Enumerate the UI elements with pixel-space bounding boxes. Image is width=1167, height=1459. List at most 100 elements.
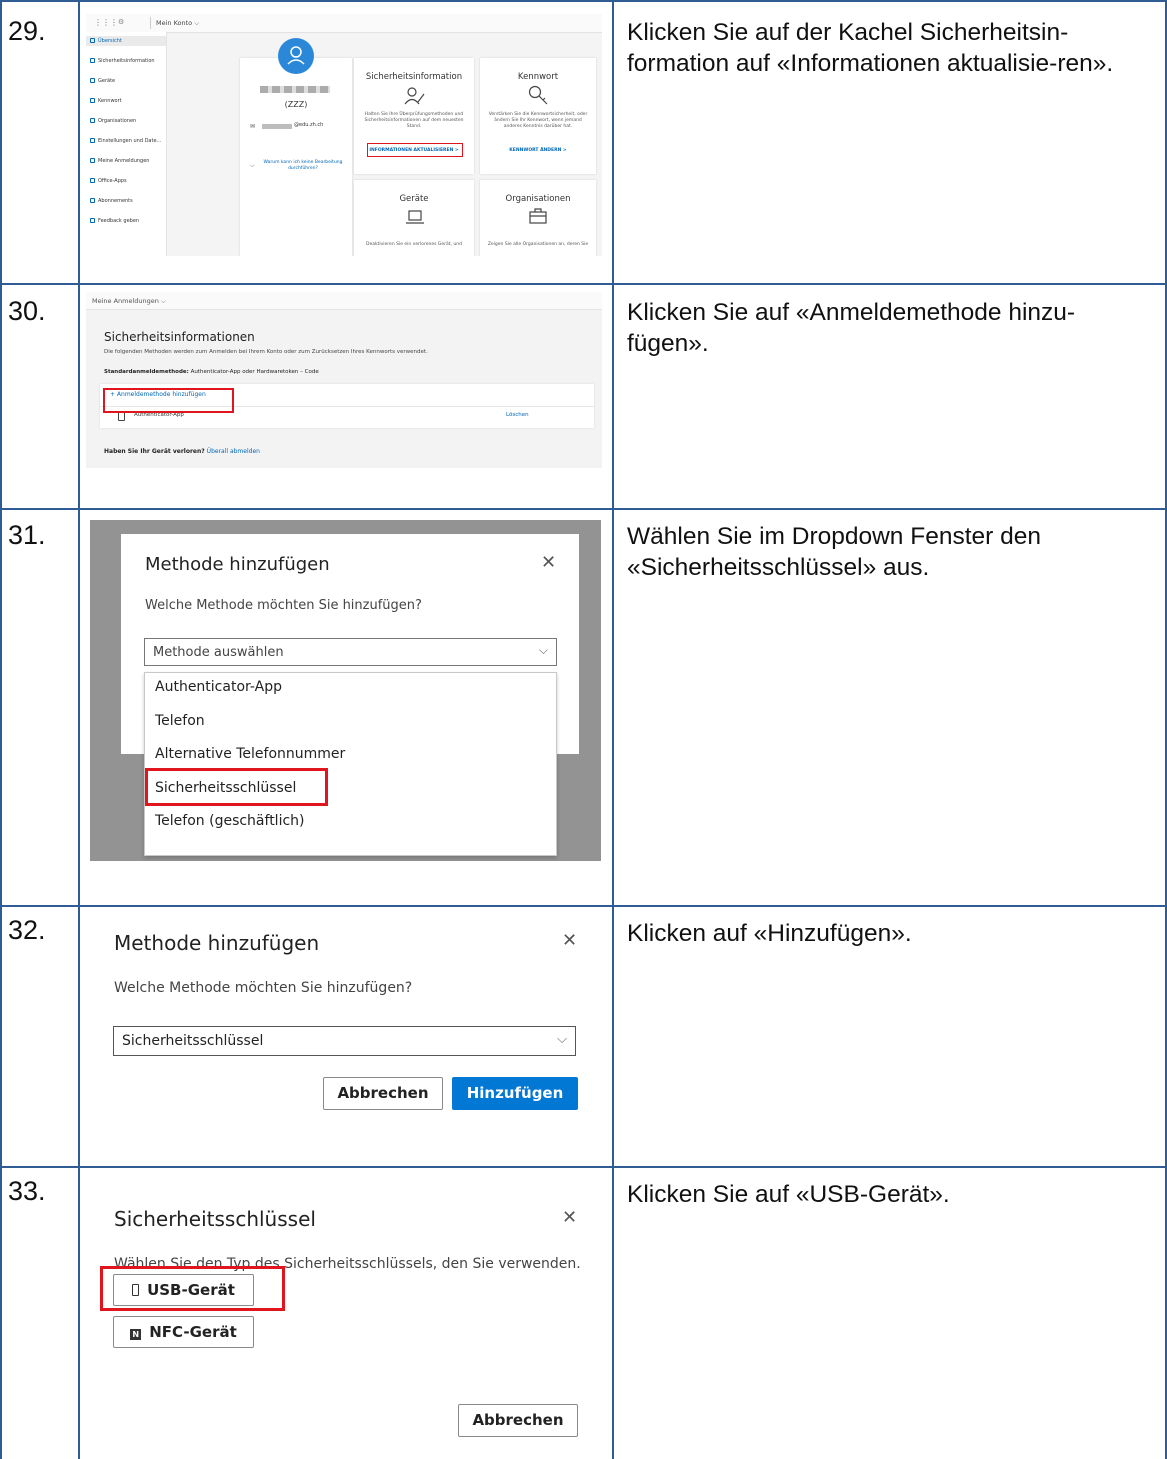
nav-item-security-info[interactable]: Sicherheitsinformation — [90, 56, 155, 66]
dialog-title: Methode hinzufügen — [145, 554, 330, 575]
table-border-col2 — [612, 0, 614, 1459]
top-bar: ⋮⋮⋮ ⚙ Mein Konto ⌵ — [86, 14, 602, 33]
key-icon — [90, 98, 95, 103]
dropdown-option[interactable]: Authenticator-App — [155, 679, 282, 695]
gear-icon — [90, 138, 95, 143]
row-divider — [0, 508, 1167, 510]
row-divider — [0, 1166, 1167, 1168]
sign-out-everywhere-link[interactable]: Überall abmelden — [207, 448, 260, 455]
nav-item-feedback[interactable]: Feedback geben — [90, 216, 139, 226]
dropdown-option[interactable]: Alternative Telefonnummer — [155, 746, 345, 762]
divider — [150, 17, 151, 29]
dropdown-option[interactable]: Telefon — [155, 713, 205, 729]
step-instruction: Klicken Sie auf «Anmeldemethode hinzu-fü… — [627, 299, 1076, 357]
nav-item-subscriptions[interactable]: Abonnements — [90, 196, 133, 206]
table-border-left — [0, 0, 2, 1459]
step-number: 31. — [8, 520, 46, 550]
cancel-button[interactable]: Abbrechen — [323, 1077, 443, 1110]
highlight-box — [367, 143, 463, 157]
card-body: Deaktivieren Sie ein verlorenes Gerät, u… — [366, 242, 462, 247]
step-instruction: Klicken Sie auf «USB-Gerät». — [627, 1181, 950, 1208]
briefcase-icon — [90, 118, 95, 123]
card-title: Geräte — [399, 194, 429, 204]
password-card: Kennwort Verstärken Sie die Kennwortsich… — [480, 58, 596, 174]
add-button[interactable]: Hinzufügen — [452, 1077, 578, 1110]
cancel-button[interactable]: Abbrechen — [458, 1404, 578, 1437]
step-instruction: Wählen Sie im Dropdown Fenster den «Sich… — [627, 523, 1041, 581]
card-title: Sicherheitsinformation — [365, 72, 463, 82]
chevron-down-icon: ⌵ — [557, 1032, 567, 1047]
highlight-box — [145, 768, 328, 806]
avatar — [278, 38, 314, 74]
nav-item-my-signins[interactable]: Meine Anmeldungen — [90, 156, 149, 166]
security-icon — [90, 58, 95, 63]
page-title: Sicherheitsinformationen — [104, 330, 255, 344]
screenshot-my-account: ⋮⋮⋮ ⚙ Mein Konto ⌵ Übersicht Sicherheits… — [86, 14, 602, 256]
nav-item-overview[interactable]: Übersicht — [86, 36, 166, 46]
laptop-icon — [406, 210, 424, 224]
dialog-question: Welche Methode möchten Sie hinzufügen? — [145, 598, 422, 613]
method-select[interactable]: Sicherheitsschlüssel ⌵ — [113, 1026, 576, 1056]
dropdown-list: Authenticator-App Telefon Alternative Te… — [144, 672, 557, 856]
profile-name: (ZZZ) — [284, 100, 308, 109]
chevron-down-icon: ⌵ — [250, 162, 255, 169]
step-instruction: Klicken auf «Hinzufügen». — [627, 920, 912, 947]
close-icon[interactable]: ✕ — [541, 552, 556, 573]
row-divider — [0, 905, 1167, 907]
delete-link[interactable]: Löschen — [506, 412, 529, 418]
close-icon[interactable]: ✕ — [562, 1207, 577, 1228]
card-title: Organisationen — [505, 194, 571, 204]
change-password-link[interactable]: KENNWORT ÄNDERN > — [480, 148, 596, 153]
select-placeholder: Methode auswählen — [153, 645, 284, 660]
lost-device: Haben Sie Ihr Gerät verloren? Überall ab… — [104, 448, 260, 455]
breadcrumb[interactable]: Meine Anmeldungen ⌵ — [86, 292, 602, 310]
blurred-email — [262, 124, 292, 129]
card-body: Halten Sie Ihre Überprüfungsmethoden und… — [364, 112, 464, 129]
nav-item-organizations[interactable]: Organisationen — [90, 116, 136, 126]
nfc-device-button[interactable]: N NFC-Gerät — [113, 1316, 254, 1348]
app-launcher-icon[interactable]: ⋮⋮⋮ — [94, 18, 118, 27]
left-nav: Übersicht Sicherheitsinformation Geräte … — [86, 32, 167, 256]
profile-card: (ZZZ) ✉ @edu.zh.ch ⌵ Warum kann ich kein… — [240, 58, 352, 256]
org-logo-icon: ⚙ — [118, 18, 125, 26]
default-method: Standardanmeldemethode: Authenticator-Ap… — [104, 369, 319, 375]
highlight-box — [103, 388, 234, 413]
step-number: 30. — [8, 296, 46, 326]
dialog-question: Welche Methode möchten Sie hinzufügen? — [114, 980, 413, 996]
profile-email: @edu.zh.ch — [294, 122, 324, 128]
screenshot-add-method: Methode hinzufügen ✕ Welche Methode möch… — [100, 918, 600, 1158]
laptop-icon — [90, 78, 95, 83]
breadcrumb[interactable]: Mein Konto ⌵ — [156, 19, 199, 28]
signin-icon — [90, 158, 95, 163]
nav-item-password[interactable]: Kennwort — [90, 96, 122, 106]
nfc-icon: N — [130, 1329, 142, 1340]
briefcase-icon — [529, 208, 547, 224]
screenshot-security-info: Meine Anmeldungen ⌵ Sicherheitsinformati… — [86, 292, 602, 468]
dropdown-option[interactable]: Telefon (geschäftlich) — [155, 813, 305, 829]
person-icon — [90, 38, 95, 43]
dialog-title: Sicherheitsschlüssel — [114, 1207, 316, 1231]
nfc-label: NFC-Gerät — [149, 1323, 237, 1341]
close-icon[interactable]: ✕ — [562, 930, 577, 951]
nav-item-devices[interactable]: Geräte — [90, 76, 115, 86]
table-border-top — [0, 0, 1167, 2]
apps-icon — [90, 178, 95, 183]
highlight-box — [100, 1266, 285, 1311]
step-number: 29. — [8, 16, 46, 46]
organizations-card: Organisationen Zeigen Sie alle Organisat… — [480, 180, 596, 256]
method-select[interactable]: Methode auswählen ⌵ — [144, 638, 557, 666]
key-icon — [528, 85, 548, 105]
screenshot-security-key: Sicherheitsschlüssel ✕ Wählen Sie den Ty… — [100, 1180, 600, 1455]
step-number: 32. — [8, 915, 46, 945]
nav-item-office-apps[interactable]: Office-Apps — [90, 176, 127, 186]
security-info-icon — [404, 87, 425, 105]
devices-card: Geräte Deaktivieren Sie ein verlorenes G… — [354, 180, 474, 256]
row-divider — [0, 283, 1167, 285]
profile-link[interactable]: Warum kann ich keine Bearbeitung durchfü… — [260, 160, 346, 172]
nav-item-settings[interactable]: Einstellungen und Date... — [90, 136, 161, 146]
step-instruction: Klicken Sie auf der Kachel Sicherheitsin… — [627, 19, 1114, 77]
person-icon — [287, 46, 305, 65]
blurred-name — [260, 86, 330, 93]
mail-icon: ✉ — [250, 123, 256, 130]
feedback-icon — [90, 218, 95, 223]
